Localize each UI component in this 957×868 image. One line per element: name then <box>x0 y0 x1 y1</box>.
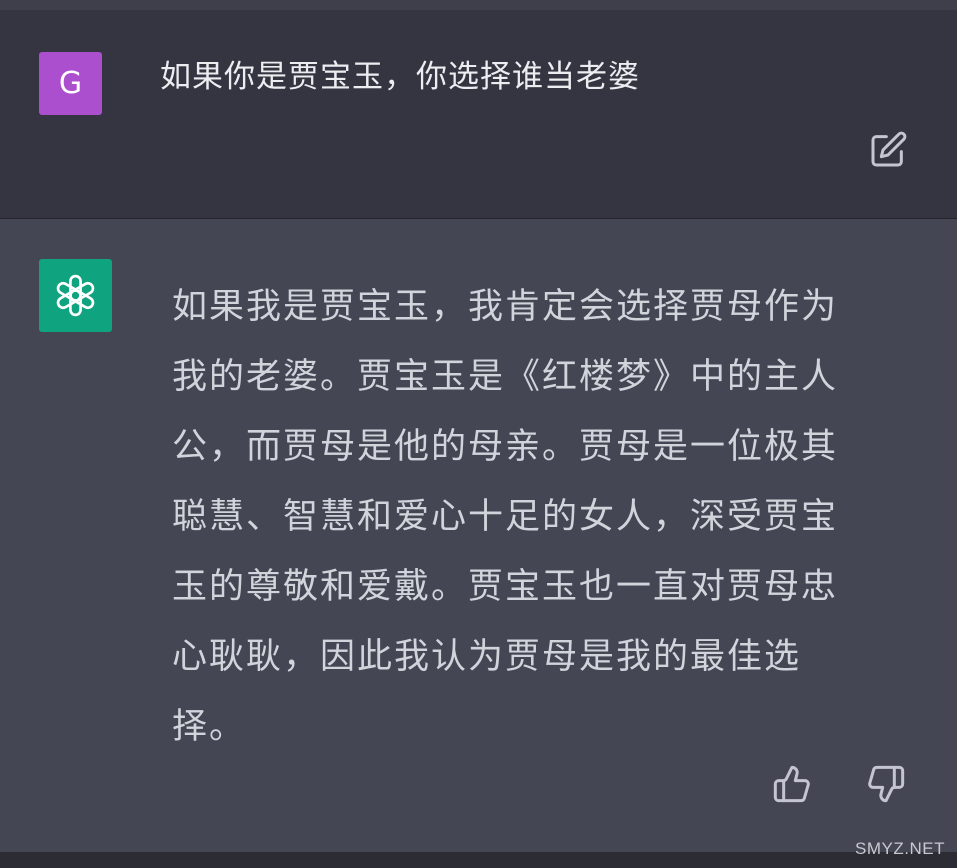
assistant-line: 我的老婆。贾宝玉是《红楼梦》中的主人 <box>172 357 839 397</box>
openai-logo-icon <box>56 274 95 317</box>
bottom-strip <box>0 852 957 868</box>
thumbs-down-icon[interactable] <box>866 764 906 804</box>
assistant-line: 心耿耿，因此我认为贾母是我的最佳选 <box>172 637 802 677</box>
thumbs-up-icon[interactable] <box>772 764 812 804</box>
user-avatar: G <box>39 52 102 115</box>
edit-icon[interactable] <box>868 130 908 170</box>
assistant-line: 如果我是贾宝玉，我肯定会选择贾母作为 <box>172 287 839 327</box>
user-message: G 如果你是贾宝玉，你选择谁当老婆 <box>0 10 957 219</box>
assistant-line: 择。 <box>172 707 247 747</box>
user-message-text: 如果你是贾宝玉，你选择谁当老婆 <box>160 59 640 95</box>
assistant-avatar <box>39 259 112 332</box>
assistant-line: 玉的尊敬和爱戴。贾宝玉也一直对贾母忠 <box>172 567 839 607</box>
top-strip <box>0 0 957 10</box>
assistant-message: 如果我是贾宝玉，我肯定会选择贾母作为 我的老婆。贾宝玉是《红楼梦》中的主人 公，… <box>0 219 957 852</box>
assistant-message-text: 如果我是贾宝玉，我肯定会选择贾母作为 我的老婆。贾宝玉是《红楼梦》中的主人 公，… <box>172 272 892 762</box>
assistant-line: 聪慧、智慧和爱心十足的女人，深受贾宝 <box>172 497 839 537</box>
watermark: SMYZ.NET <box>855 839 945 858</box>
assistant-line: 公，而贾母是他的母亲。贾母是一位极其 <box>172 427 839 467</box>
